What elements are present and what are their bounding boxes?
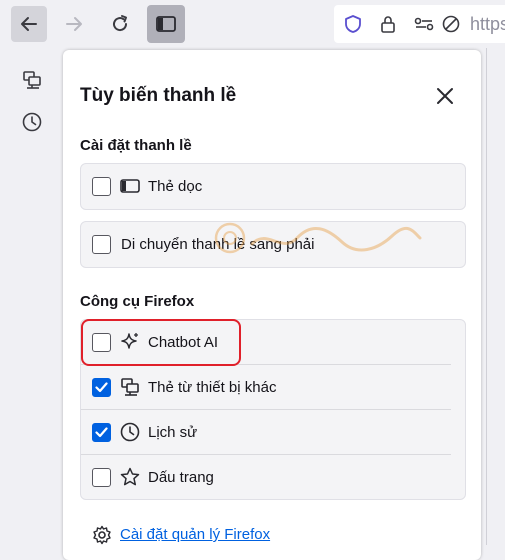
option-move-sidebar-right[interactable]: Di chuyển thanh lề sang phải — [81, 222, 465, 266]
synced-tabs-icon — [119, 376, 141, 398]
sidebar-launcher — [0, 48, 62, 545]
star-icon — [119, 466, 141, 488]
manage-firefox-settings-link[interactable]: Cài đặt quản lý Firefox — [120, 526, 270, 543]
vertical-tabs-icon — [119, 175, 141, 197]
sparkle-icon — [119, 331, 141, 353]
move-sidebar-label: Di chuyển thanh lề sang phải — [121, 235, 315, 253]
sidebar-settings-heading: Cài đặt thanh lề — [80, 137, 192, 154]
blocked-autoplay-icon[interactable] — [440, 13, 462, 35]
reload-icon — [113, 15, 128, 32]
history-icon — [119, 421, 141, 443]
firefox-tools-heading: Công cụ Firefox — [80, 293, 195, 310]
bookmarks-label: Dấu trang — [148, 468, 214, 486]
chatbot-ai-checkbox[interactable] — [92, 332, 111, 352]
url-bar[interactable]: https: — [334, 5, 505, 43]
option-bookmarks[interactable]: Dấu trang — [81, 455, 465, 499]
sidebar-icon — [156, 16, 176, 32]
bookmarks-checkbox[interactable] — [92, 467, 111, 487]
lock-icon[interactable] — [377, 13, 399, 35]
move-sidebar-card: Di chuyển thanh lề sang phải — [80, 221, 466, 268]
history-checkbox[interactable] — [92, 422, 111, 442]
arrow-left-icon — [21, 17, 37, 31]
synced-tabs-checkbox[interactable] — [92, 377, 111, 397]
option-history[interactable]: Lịch sử — [81, 410, 465, 454]
forward-button[interactable] — [56, 6, 92, 42]
back-button[interactable] — [11, 6, 47, 42]
history-label: Lịch sử — [148, 423, 198, 441]
option-chatbot-ai[interactable]: Chatbot AI — [81, 320, 465, 364]
reload-button[interactable] — [102, 6, 138, 42]
gear-icon — [91, 524, 113, 546]
navigation-toolbar: https: — [0, 0, 505, 48]
firefox-tools-card: Chatbot AI Thẻ từ thiết bị khác Lịch sử … — [80, 319, 466, 500]
close-button[interactable] — [431, 82, 459, 110]
move-sidebar-checkbox[interactable] — [92, 234, 111, 254]
tracking-protection-shield-icon[interactable] — [342, 13, 364, 35]
synced-tabs-icon[interactable] — [20, 68, 44, 92]
option-synced-tabs[interactable]: Thẻ từ thiết bị khác — [81, 365, 465, 409]
vertical-tabs-label: Thẻ dọc — [148, 177, 203, 195]
permissions-icon[interactable] — [413, 13, 435, 35]
panel-title: Tùy biến thanh lề — [80, 85, 237, 106]
sidebar-toggle-button[interactable] — [147, 5, 185, 43]
vertical-tabs-checkbox[interactable] — [92, 176, 111, 196]
vertical-tabs-card: Thẻ dọc — [80, 163, 466, 210]
arrow-right-icon — [66, 17, 82, 31]
customize-sidebar-panel: Tùy biến thanh lề Cài đặt thanh lề Thẻ d… — [63, 50, 481, 560]
close-icon — [437, 88, 453, 104]
synced-tabs-label: Thẻ từ thiết bị khác — [148, 378, 277, 396]
chatbot-ai-label: Chatbot AI — [148, 333, 219, 351]
url-text[interactable]: https: — [470, 14, 505, 35]
content-divider — [486, 48, 487, 545]
option-vertical-tabs[interactable]: Thẻ dọc — [81, 164, 465, 208]
history-icon[interactable] — [20, 110, 44, 134]
